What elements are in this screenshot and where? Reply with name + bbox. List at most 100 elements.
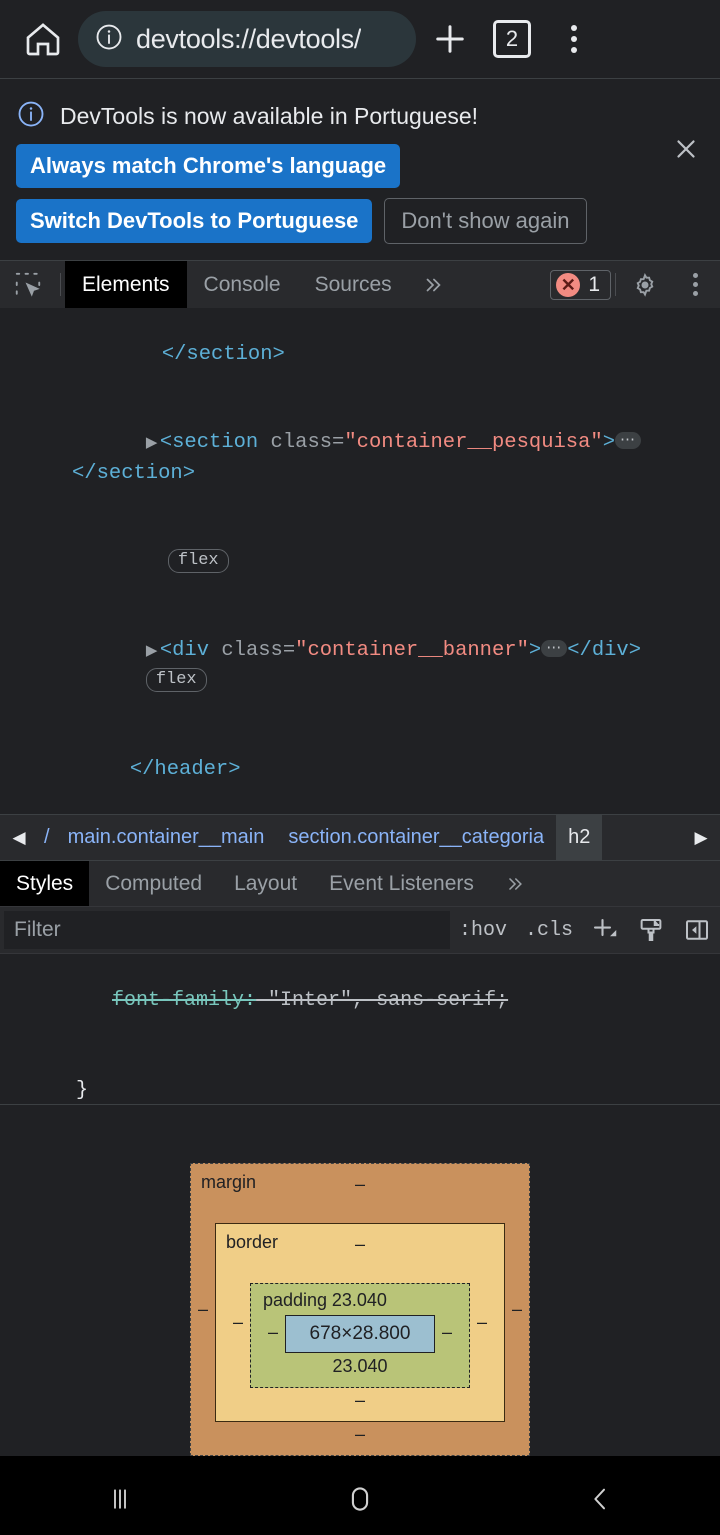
settings-button[interactable] <box>620 261 670 308</box>
error-count-badge[interactable]: ✕ 1 <box>550 269 611 300</box>
breadcrumb-spacer <box>602 815 682 860</box>
toolbar-divider <box>60 273 61 296</box>
breadcrumb-scroll-right[interactable]: ▶ <box>682 815 720 860</box>
hov-toggle-button[interactable]: :hov <box>450 919 516 942</box>
box-model-margin[interactable]: margin – – border – – padding 23.040 – 6… <box>190 1163 530 1456</box>
tab-event-listeners[interactable]: Event Listeners <box>313 861 490 906</box>
attr-sep <box>258 431 270 454</box>
dont-show-again-button[interactable]: Don't show again <box>384 198 587 244</box>
css-value[interactable]: "Inter", sans-serif; <box>256 989 508 1012</box>
site-info-icon[interactable] <box>94 22 124 57</box>
browser-menu-button[interactable] <box>546 11 602 67</box>
padding-right-value[interactable]: – <box>435 1322 459 1343</box>
flex-badge[interactable]: flex <box>167 549 229 573</box>
url-text: devtools://devtools/ <box>136 23 362 54</box>
breadcrumb-item-h2[interactable]: h2 <box>556 815 603 860</box>
padding-left-value[interactable]: – <box>261 1322 285 1343</box>
breadcrumb-item-main[interactable]: main.container__main <box>56 815 277 860</box>
css-rules-panel[interactable]: font-family: "Inter", sans-serif; } body… <box>0 954 720 1104</box>
sidebar-more-tabs-button[interactable] <box>490 861 540 906</box>
padding-label: padding <box>263 1290 328 1310</box>
tab-sources[interactable]: Sources <box>298 261 409 308</box>
dom-line-header-close[interactable]: </header> <box>0 725 720 814</box>
android-navigation-bar <box>0 1456 720 1535</box>
border-right-value[interactable]: – <box>470 1312 494 1333</box>
tab-styles[interactable]: Styles <box>0 861 90 906</box>
dom-line-div-banner[interactable]: ▶ <div class="container__banner"> ⋯ </div> … <box>0 606 720 725</box>
styles-sidebar-tabs: Styles Computed Layout Event Listeners <box>0 860 720 906</box>
padding-top-value[interactable]: 23.040 <box>332 1287 387 1310</box>
tag-open: <section <box>159 431 259 454</box>
dom-line-section-close[interactable]: </section> <box>0 310 720 399</box>
tag-close: </div> <box>567 638 642 662</box>
element-classes-button[interactable] <box>628 907 674 953</box>
recents-button[interactable] <box>60 1469 180 1529</box>
attr-value: "container__banner" <box>295 638 529 662</box>
new-style-rule-button[interactable] <box>582 907 628 953</box>
brace: } <box>76 1079 89 1102</box>
border-bottom-value[interactable]: – <box>226 1388 494 1413</box>
plus-icon <box>593 918 617 937</box>
tabstrip-spacer <box>457 261 551 308</box>
dom-tree-panel[interactable]: </section> ▶ <section class="container__p… <box>0 308 720 814</box>
border-left-value[interactable]: – <box>226 1312 250 1333</box>
infobar-row-2: Switch DevTools to Portuguese Don't show… <box>16 198 587 244</box>
margin-row: – border – – padding 23.040 – 678×28.800… <box>198 1197 522 1422</box>
devtools-menu-button[interactable] <box>670 261 720 308</box>
breadcrumb-item-root[interactable]: / <box>38 815 56 860</box>
home-button[interactable] <box>14 10 72 68</box>
padding-bottom-value[interactable]: 23.040 <box>261 1353 459 1381</box>
dom-line-main[interactable]: ▼<main class="container__main"> <box>0 814 720 815</box>
devtools-language-infobar: DevTools is now available in Portuguese!… <box>0 78 720 260</box>
infobar-close-button[interactable] <box>668 131 704 167</box>
info-circle-icon <box>16 99 46 134</box>
padding-row: – 678×28.800 – <box>261 1311 459 1353</box>
box-model-padding[interactable]: padding 23.040 – 678×28.800 – 23.040 <box>250 1283 470 1388</box>
always-match-language-button[interactable]: Always match Chrome's language <box>16 144 401 188</box>
margin-right-value[interactable]: – <box>505 1299 529 1320</box>
margin-label: margin <box>201 1172 257 1192</box>
tab-console[interactable]: Console <box>187 261 298 308</box>
css-property[interactable]: font-family: <box>112 989 256 1012</box>
tab-elements[interactable]: Elements <box>65 261 187 308</box>
collapsed-children-icon[interactable]: ⋯ <box>541 639 568 657</box>
back-chevron-icon <box>594 1488 605 1509</box>
attr-value: "container__pesquisa" <box>344 431 603 454</box>
margin-left-value[interactable]: – <box>191 1299 215 1320</box>
tab-switcher-button[interactable]: 2 <box>484 11 540 67</box>
breadcrumb-scroll-left[interactable]: ◀ <box>0 815 38 860</box>
cls-toggle-button[interactable]: .cls <box>516 919 582 942</box>
dom-line-section-pesquisa[interactable]: ▶ <section class="container__pesquisa"> ⋯ <… <box>0 399 720 518</box>
expand-triangle-icon[interactable]: ▶ <box>146 637 160 667</box>
flex-badge[interactable]: flex <box>145 668 207 692</box>
error-circle-icon: ✕ <box>556 272 581 297</box>
chevron-double-right-icon <box>509 877 522 890</box>
url-bar[interactable]: devtools://devtools/ <box>78 11 416 67</box>
breadcrumb-item-section[interactable]: section.container__categoria <box>276 815 556 860</box>
box-model-border[interactable]: border – – padding 23.040 – 678×28.800 –… <box>215 1223 505 1422</box>
expand-triangle-icon[interactable]: ▶ <box>146 429 160 459</box>
new-tab-button[interactable] <box>422 11 478 67</box>
tab-computed[interactable]: Computed <box>89 861 218 906</box>
switch-to-portuguese-button[interactable]: Switch DevTools to Portuguese <box>16 199 373 243</box>
border-label: border <box>226 1232 279 1252</box>
dom-text: </section> <box>161 342 285 366</box>
filter-input[interactable] <box>4 911 450 949</box>
toggle-sidebar-button[interactable] <box>674 907 720 953</box>
css-declaration-font-family[interactable]: font-family: "Inter", sans-serif; <box>0 956 720 1046</box>
home-button[interactable] <box>300 1469 420 1529</box>
dom-text: </header> <box>129 757 241 781</box>
toolbar-divider-2 <box>615 273 616 296</box>
more-tabs-button[interactable] <box>409 261 457 308</box>
paintbrush-icon <box>640 919 662 941</box>
error-count: 1 <box>588 272 600 296</box>
tab-layout[interactable]: Layout <box>218 861 313 906</box>
collapsed-children-icon[interactable]: ⋯ <box>615 432 642 449</box>
inspect-element-button[interactable] <box>0 261 56 308</box>
back-button[interactable] <box>540 1469 660 1529</box>
infobar-message: DevTools is now available in Portuguese! <box>60 103 479 129</box>
margin-bottom-value[interactable]: – <box>201 1422 519 1447</box>
box-model-content-size[interactable]: 678×28.800 <box>285 1315 435 1353</box>
plus-icon <box>436 25 464 53</box>
kebab-menu-icon <box>571 25 577 53</box>
